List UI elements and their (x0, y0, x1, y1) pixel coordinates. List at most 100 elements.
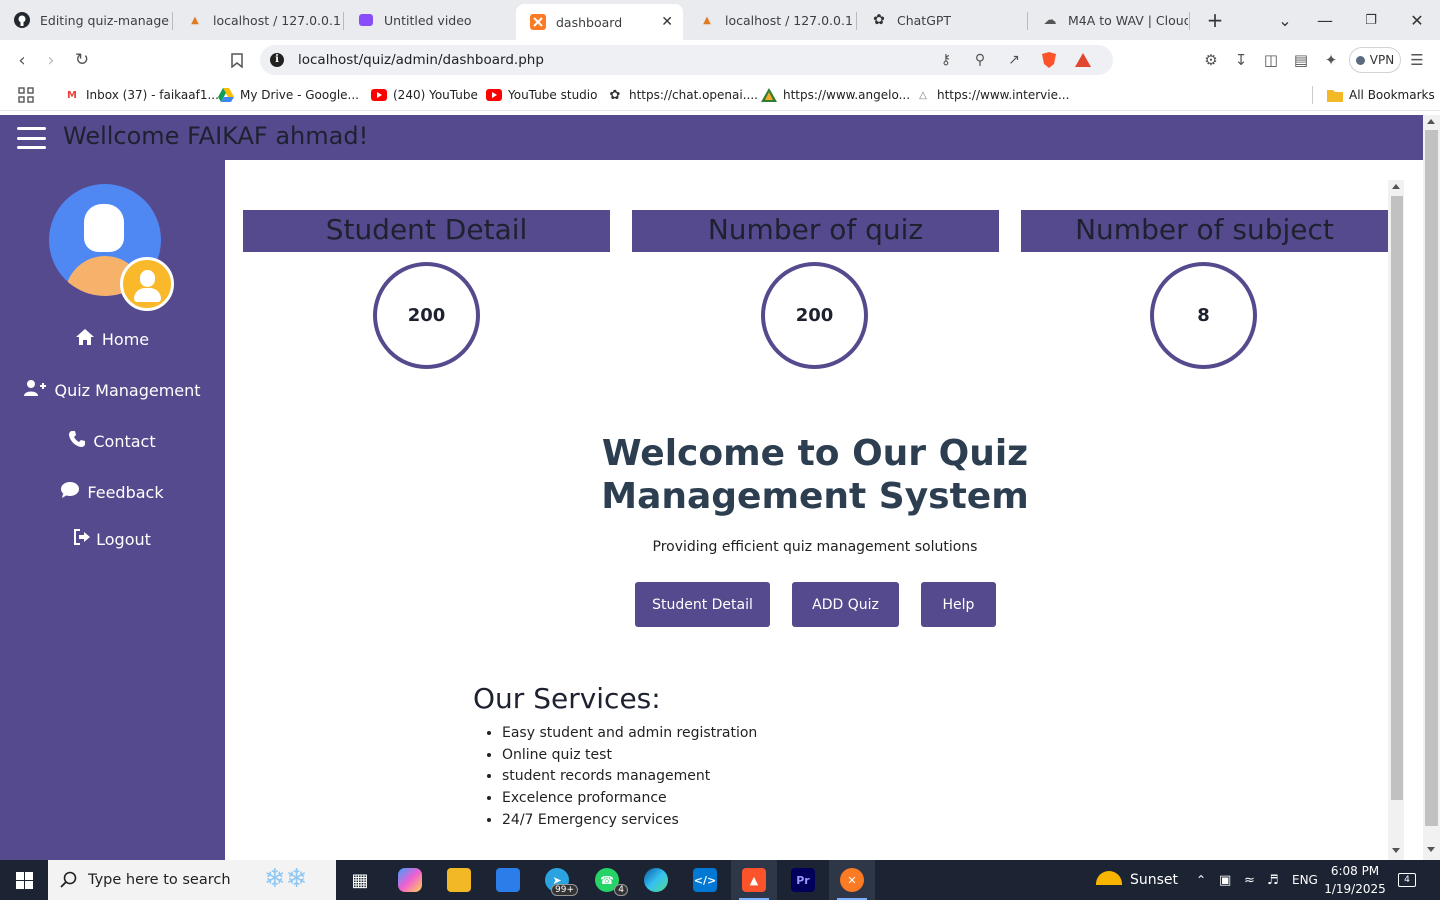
hamburger-menu-icon[interactable] (17, 127, 46, 149)
weather-widget[interactable]: Sunset (1096, 860, 1178, 900)
brave-shield-icon[interactable] (1039, 51, 1059, 69)
reload-icon[interactable]: ↻ (69, 48, 95, 72)
volume-icon[interactable]: ♬ (1267, 860, 1279, 900)
scroll-up-arrow-icon[interactable] (1392, 184, 1400, 189)
bookmarks-bar: M Inbox (37) - faikaaf1... My Drive - Go… (0, 80, 1440, 111)
restore-icon[interactable]: ❐ (1359, 8, 1383, 32)
extensions-icon[interactable]: ⚙ (1201, 50, 1221, 70)
bookmark-drive[interactable]: My Drive - Google... (218, 87, 359, 103)
sidebar-item-label: Contact (93, 431, 156, 451)
sidebar-item-logout[interactable]: Logout (0, 524, 225, 554)
add-quiz-button[interactable]: ADD Quiz (792, 582, 899, 627)
new-tab-button[interactable]: + (1203, 8, 1227, 32)
gmail-icon: M (67, 89, 77, 101)
windows-logo-icon (15, 871, 33, 889)
page-scrollbar-thumb[interactable] (1425, 130, 1438, 826)
telegram-app[interactable]: ➤ 99+ (534, 860, 580, 900)
list-item: 24/7 Emergency services (502, 811, 757, 833)
page-scroll-down-icon[interactable] (1427, 847, 1435, 852)
tab-dashboard[interactable]: dashboard ✕ (516, 4, 683, 40)
interview-icon: △ (919, 89, 927, 101)
share-icon[interactable]: ↗ (1004, 51, 1024, 69)
notification-center-icon[interactable]: 4 (1398, 860, 1416, 900)
back-icon[interactable]: ‹ (9, 48, 35, 72)
services-list: Easy student and admin registration Onli… (502, 724, 757, 832)
key-icon[interactable]: ⚷ (936, 51, 956, 69)
task-view-button[interactable]: ▦ (337, 860, 383, 900)
snowflake-widget-icon: ❄❄ (264, 864, 308, 894)
phpmyadmin-icon: ▲ (703, 14, 711, 26)
bookmark-angelo[interactable]: https://www.angelo... (761, 87, 910, 103)
app-header: Wellcome FAIKAF ahmad! (0, 115, 1423, 160)
menu-icon[interactable]: ☰ (1407, 50, 1427, 70)
apps-grid-icon[interactable] (18, 87, 34, 103)
store-icon (496, 868, 520, 892)
chat-bubble-icon (61, 482, 80, 502)
youtube-icon (371, 87, 387, 103)
help-button[interactable]: Help (921, 582, 996, 627)
whatsapp-badge: 4 (614, 884, 628, 896)
close-window-icon[interactable]: ✕ (1405, 8, 1429, 32)
camera-icon[interactable]: ▣ (1219, 860, 1231, 900)
sidebar-toggle-icon[interactable]: ◫ (1261, 50, 1281, 70)
leo-ai-icon[interactable]: ✦ (1321, 50, 1341, 70)
sidebar-item-home[interactable]: Home (0, 324, 225, 354)
minimize-icon[interactable]: — (1313, 8, 1337, 32)
phpmyadmin-icon: ▲ (191, 14, 199, 26)
sidebar-item-label: Home (101, 329, 150, 349)
sidebar: Home Quiz Management Contact Feedback Lo… (0, 160, 225, 860)
page-scroll-up-icon[interactable] (1427, 119, 1435, 124)
start-button[interactable] (0, 860, 48, 900)
whatsapp-app[interactable]: ☎ 4 (584, 860, 630, 900)
wallet-icon[interactable]: ▤ (1291, 50, 1311, 70)
youtube-icon (486, 87, 502, 103)
download-icon[interactable]: ↧ (1231, 50, 1251, 70)
all-bookmarks[interactable]: All Bookmarks (1327, 87, 1435, 103)
tray-chevron-icon[interactable]: ⌃ (1196, 860, 1206, 900)
sidebar-item-quiz-management[interactable]: Quiz Management (0, 375, 225, 405)
bookmark-icon[interactable] (224, 48, 250, 72)
edge-app[interactable] (633, 860, 679, 900)
brave-app[interactable]: ▲ (731, 860, 777, 900)
file-explorer-app[interactable] (436, 860, 482, 900)
vpn-button[interactable]: VPN (1349, 47, 1401, 73)
stat-header-students: Student Detail (243, 210, 610, 252)
tab-cloudconvert[interactable]: ☁ M4A to WAV | CloudCo (1028, 4, 1189, 36)
scroll-down-arrow-icon[interactable] (1392, 848, 1400, 853)
bookmark-youtube[interactable]: (240) YouTube (371, 87, 478, 103)
bookmark-openai[interactable]: ✿ https://chat.openai.... (607, 87, 758, 103)
sidebar-item-feedback[interactable]: Feedback (0, 477, 225, 507)
tab-chatgpt[interactable]: ✿ ChatGPT (857, 4, 1027, 36)
copilot-app[interactable] (387, 860, 433, 900)
list-item: Online quiz test (502, 746, 757, 768)
tab-phpmyadmin-2[interactable]: ▲ localhost / 127.0.0.1 / u (685, 4, 855, 36)
sidebar-item-contact[interactable]: Contact (0, 426, 225, 456)
xampp-app[interactable]: ✕ (829, 860, 875, 900)
edge-icon (644, 868, 668, 892)
site-info-icon[interactable]: i (270, 53, 284, 67)
close-tab-icon[interactable]: ✕ (661, 14, 673, 30)
bookmark-youtube-studio[interactable]: YouTube studio (486, 87, 597, 103)
sunset-icon (1096, 871, 1122, 885)
bookmark-interview[interactable]: △ https://www.intervie... (915, 87, 1069, 103)
url-text[interactable]: localhost/quiz/admin/dashboard.php (298, 52, 544, 68)
vscode-app[interactable]: </> (682, 860, 728, 900)
tab-github[interactable]: Editing quiz-managem (0, 4, 170, 36)
student-detail-button[interactable]: Student Detail (635, 582, 770, 627)
bookmark-gmail[interactable]: M Inbox (37) - faikaaf1... (64, 87, 219, 103)
browser-tab-strip: Editing quiz-managem ▲ localhost / 127.0… (0, 0, 1440, 40)
content-scrollbar-thumb[interactable] (1391, 196, 1403, 800)
premiere-app[interactable]: Pr (780, 860, 826, 900)
taskbar-clock[interactable]: 6:08 PM 1/19/2025 (1320, 862, 1390, 898)
brave-rewards-icon[interactable] (1073, 51, 1093, 69)
language-indicator[interactable]: ENG (1292, 860, 1318, 900)
forward-icon[interactable]: › (38, 48, 64, 72)
tab-untitled-video[interactable]: Untitled video (344, 4, 514, 36)
store-app[interactable] (485, 860, 531, 900)
wifi-icon[interactable]: ≈ (1244, 860, 1255, 900)
tab-phpmyadmin-1[interactable]: ▲ localhost / 127.0.0.1 / c (173, 4, 343, 36)
folder-icon (447, 868, 471, 892)
zoom-icon[interactable]: ⚲ (970, 51, 990, 69)
tab-search-chevron-icon[interactable]: ⌄ (1273, 8, 1297, 32)
address-bar[interactable]: i localhost/quiz/admin/dashboard.php ⚷ ⚲… (260, 45, 1113, 75)
